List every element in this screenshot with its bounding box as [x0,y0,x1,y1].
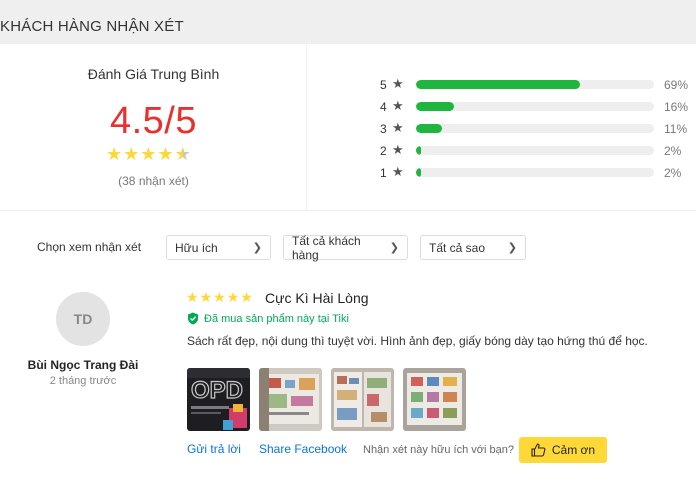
filter-label: Chọn xem nhận xét [37,240,142,254]
shield-check-icon [188,312,198,325]
rating-bar-percent: 69% [664,78,689,92]
review-photo[interactable] [259,368,322,431]
review-time: 2 tháng trước [49,375,117,387]
thumbs-up-icon [531,443,546,457]
rating-bar-row[interactable]: 3 ★ 11% [380,120,690,142]
helpful-question: Nhận xét này hữu ích với bạn? [363,444,514,456]
rating-bar-track [416,146,654,155]
rating-bar-row[interactable]: 1 ★ 2% [380,164,690,186]
star-icon: ★ [157,144,174,164]
average-rating-label: Đánh Giá Trung Bình [87,66,220,82]
rating-bar-fill [416,80,581,89]
rating-bar-track [416,168,654,177]
reply-link[interactable]: Gửi trả lời [187,442,241,456]
rating-bar-track [416,102,654,111]
thanks-button[interactable]: Cảm ơn [519,437,607,463]
customer-filter-value: Tất cả khách hàng [292,233,361,262]
rating-bar-stars: 5 [380,78,387,92]
rating-bar-track [416,80,654,89]
verified-purchase-text: Đã mua sản phẩm này tại Tiki [204,312,349,325]
reviews-panel: Đánh Giá Trung Bình 4.5/5 ★ ★ ★ ★ ★ (38 … [0,44,696,485]
rating-bar-stars: 3 [380,122,387,136]
star-icon: ★ [199,289,213,305]
section-title: KHÁCH HÀNG NHẬN XÉT [0,18,184,35]
avatar: TD [56,292,110,346]
review-photo[interactable] [403,368,466,431]
rating-bar-track [416,124,654,133]
star-filter-select[interactable]: Tất cả sao ❯ [420,235,526,260]
thanks-button-label: Cảm ơn [551,443,596,457]
review-photo[interactable]: OPD [187,368,250,431]
review-title: Cực Kì Hài Lòng [265,290,369,306]
review-photos: OPD [187,368,466,431]
rating-bar-percent: 16% [664,100,689,114]
review-stars: ★ ★ ★ ★ ★ [186,290,253,304]
star-icon: ★ [123,144,140,164]
divider [0,210,696,211]
verified-purchase: Đã mua sản phẩm này tại Tiki [187,312,349,325]
star-icon: ★ [392,142,404,157]
average-rating-stars: ★ ★ ★ ★ ★ [106,145,191,163]
rating-bar-percent: 11% [664,122,688,136]
star-icon: ★ [186,289,199,305]
chevron-down-icon: ❯ [252,242,262,254]
star-icon: ★ [392,76,404,91]
star-icon: ★ [392,120,404,135]
review-content: Sách rất đẹp, nội dung thì tuyệt vời. Hì… [187,334,648,348]
star-icon: ★ [392,98,404,113]
rating-bar-fill [416,102,455,111]
star-icon: ★ [106,144,123,164]
review-count: (38 nhận xét) [118,174,189,188]
rating-bar-row[interactable]: 5 ★ 69% [380,76,690,98]
rating-bar-fill [416,168,421,177]
half-star-icon: ★ [174,144,191,164]
rating-bar-fill [416,146,421,155]
rating-summary: Đánh Giá Trung Bình 4.5/5 ★ ★ ★ ★ ★ (38 … [0,44,307,210]
rating-breakdown: 5 ★ 69% 4 ★ 16% 3 ★ 11% 2 ★ 2% 1 ★ 2% [380,76,690,186]
star-icon: ★ [213,289,226,305]
sort-select[interactable]: Hữu ích ❯ [166,235,271,260]
rating-bar-stars: 2 [380,144,387,158]
rating-bar-stars: 4 [380,100,387,114]
rating-bar-stars: 1 [380,166,387,180]
reviewer-name: Bùi Ngọc Trang Đài [27,358,139,372]
share-facebook-link[interactable]: Share Facebook [259,442,347,456]
star-icon: ★ [240,289,253,305]
star-icon: ★ [226,289,240,305]
star-filter-value: Tất cả sao [429,240,486,255]
review-photo[interactable] [331,368,394,431]
rating-bar-row[interactable]: 4 ★ 16% [380,98,690,120]
average-rating-score: 4.5/5 [109,100,198,142]
chevron-down-icon: ❯ [389,242,399,254]
rating-bar-percent: 2% [664,166,682,180]
rating-bar-fill [416,124,443,133]
customer-filter-select[interactable]: Tất cả khách hàng ❯ [283,233,408,262]
rating-bar-percent: 2% [664,144,682,158]
svg-text:OPD: OPD [191,377,243,404]
rating-bar-row[interactable]: 2 ★ 2% [380,142,690,164]
sort-select-value: Hữu ích [175,240,218,255]
star-icon: ★ [392,164,404,179]
star-icon: ★ [140,144,157,164]
chevron-down-icon: ❯ [507,242,517,254]
